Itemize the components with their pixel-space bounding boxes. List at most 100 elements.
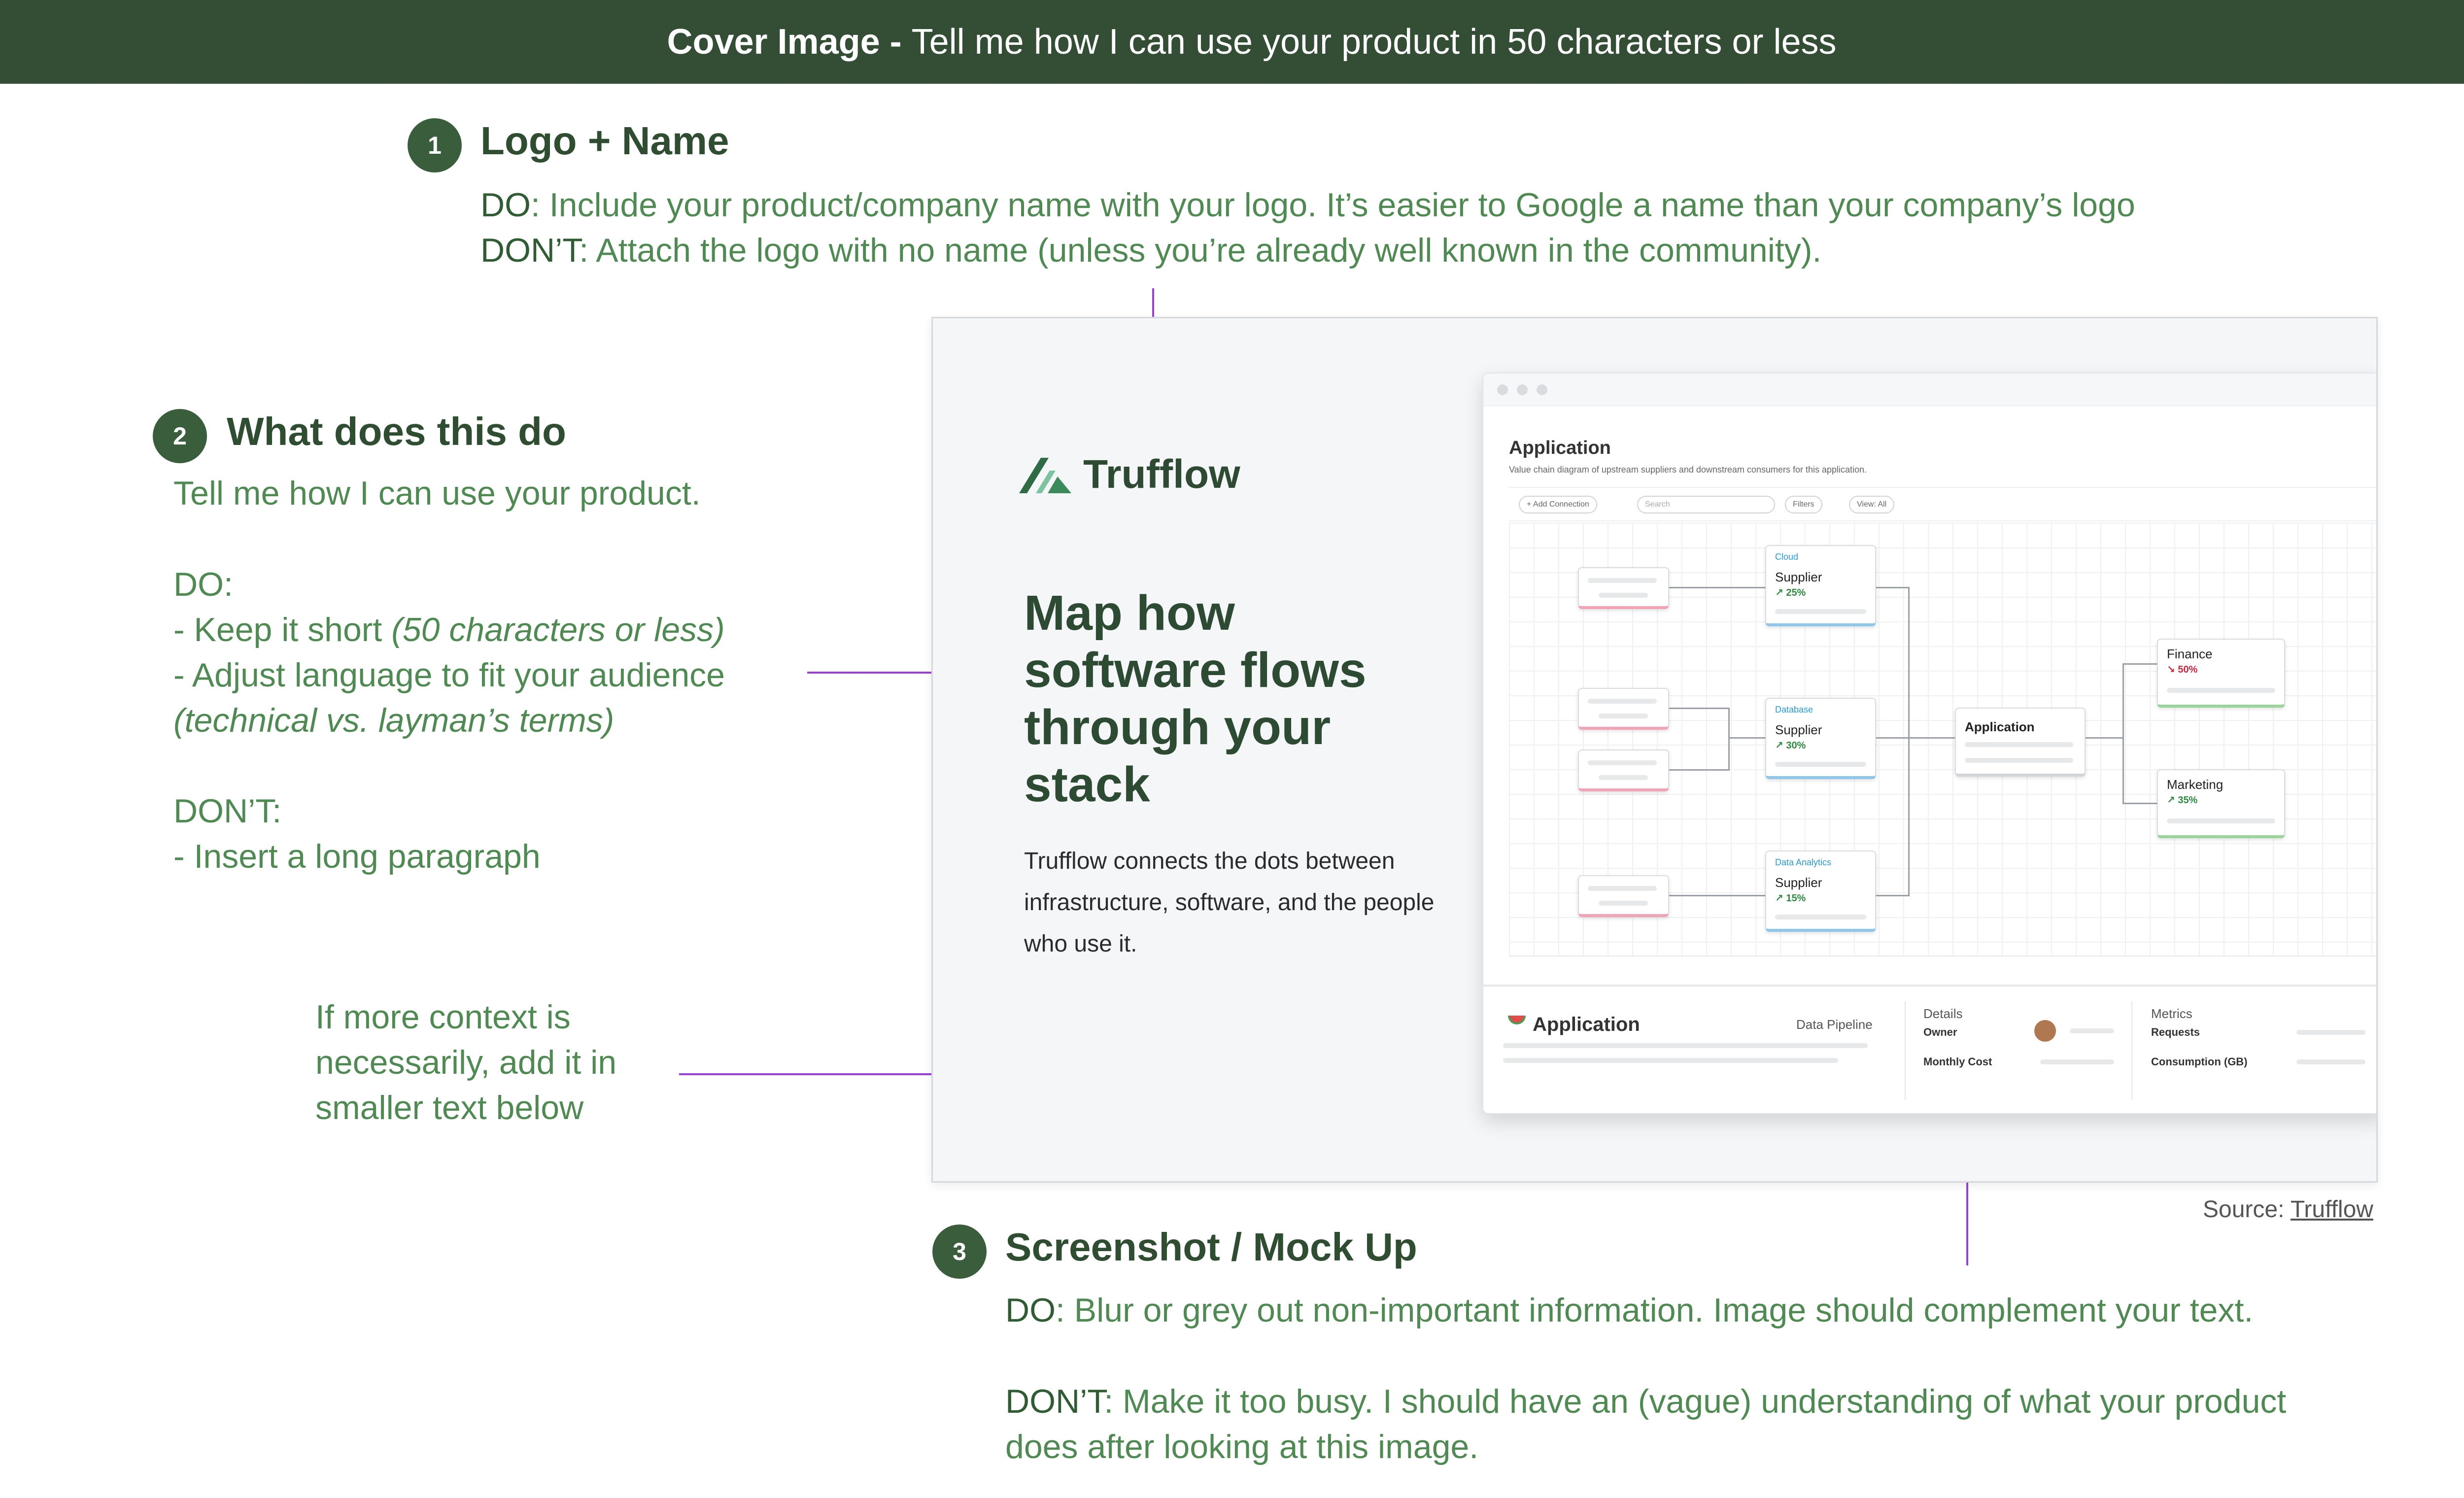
wire	[2122, 663, 2124, 804]
placeholder-line	[1775, 609, 1866, 614]
section3-dont: DON’T: Make it too busy. I should have a…	[1005, 1379, 2286, 1424]
app-toolbar: + Add Connection Search Filters View: Al…	[1509, 487, 2376, 521]
wire	[1908, 587, 1910, 896]
wire	[1876, 587, 1908, 588]
source-credit: Source: Trufflow	[2203, 1196, 2373, 1223]
trufflow-logo-icon	[1019, 458, 1071, 493]
source-link[interactable]: Trufflow	[2291, 1196, 2373, 1223]
brand-lockup: Trufflow	[1019, 451, 1240, 498]
section2-dont-label: DON’T:	[173, 792, 282, 830]
supplier-label: Supplier	[1775, 875, 1822, 890]
wire	[2122, 663, 2157, 665]
wire	[1876, 895, 1908, 896]
search-input[interactable]: Search	[1637, 496, 1775, 513]
supplier-tag: Data Analytics	[1775, 857, 1832, 867]
details-type: Data Pipeline	[1796, 1017, 1873, 1032]
wire	[1669, 895, 1765, 896]
dont-text: : Make it too busy. I should have an (va…	[1104, 1383, 2287, 1420]
do-text: : Blur or grey out non-important informa…	[1056, 1292, 2254, 1329]
wire	[1728, 708, 1730, 771]
wire	[1669, 708, 1728, 709]
supplier-label: Supplier	[1775, 570, 1822, 584]
supplier-pct: ↗ 25%	[1775, 587, 1806, 598]
supplier-node-data-analytics[interactable]: Data Analytics Supplier ↗ 15%	[1765, 851, 1876, 932]
window-dot-icon	[1497, 384, 1508, 395]
context-line-1: If more context is	[315, 998, 571, 1036]
section2-dont-item-1: - Insert a long paragraph	[173, 838, 541, 875]
hero-subtitle: Trufflow connects the dots between infra…	[1024, 848, 1435, 957]
dont-key: DON’T	[480, 232, 580, 269]
requests-label: Requests	[2151, 1026, 2200, 1038]
section2-do-label: DO:	[173, 566, 233, 603]
context-line-3: smaller text below	[315, 1089, 584, 1126]
section3-heading: Screenshot / Mock Up	[1005, 1225, 1417, 1269]
do-item-1-text: - Keep it short	[173, 611, 392, 648]
wire	[2122, 803, 2157, 804]
placeholder-line	[1503, 1058, 1838, 1063]
placeholder-line	[1775, 762, 1866, 767]
placeholder-line	[1599, 775, 1648, 780]
consumer-node-marketing[interactable]: Marketing ↗ 35%	[2157, 769, 2285, 838]
section3-do: DO: Blur or grey out non-important infor…	[1005, 1288, 2253, 1333]
do-key: DO	[480, 186, 531, 224]
upstream-node[interactable]	[1578, 875, 1669, 917]
do-item-2-note: (technical vs. layman’s terms)	[173, 702, 615, 739]
owner-avatar	[2034, 1020, 2056, 1042]
supplier-pct: ↗ 15%	[1775, 893, 1806, 904]
placeholder-line	[1965, 742, 2073, 747]
section3-dont-line-2: does after looking at this image.	[1005, 1428, 1479, 1465]
application-node[interactable]: Application	[1955, 708, 2086, 777]
placeholder-line	[1599, 714, 1648, 718]
details-title: Application	[1533, 1014, 1640, 1035]
placeholder-line	[2167, 818, 2275, 823]
placeholder-line	[1599, 901, 1648, 906]
metrics-label: Metrics	[2151, 1006, 2192, 1021]
placeholder-line	[1503, 1043, 1868, 1048]
supplier-node-cloud[interactable]: Cloud Supplier ↗ 25%	[1765, 545, 1876, 626]
wire	[2086, 737, 2122, 739]
consumer-label: Finance	[2167, 647, 2213, 661]
section1-heading: Logo + Name	[480, 119, 729, 163]
upstream-node[interactable]	[1578, 567, 1669, 609]
owner-label: Owner	[1923, 1026, 1957, 1038]
supplier-tag: Database	[1775, 705, 1814, 715]
app-screenshot-window: Application Value chain diagram of upstr…	[1482, 373, 2376, 1114]
details-panel: Application Data Pipeline Details Owner …	[1483, 985, 2376, 1113]
filters-button[interactable]: Filters	[1785, 496, 1822, 513]
dont-key: DON’T	[1005, 1383, 1104, 1420]
consumer-node-finance[interactable]: Finance ↘ 50%	[2157, 639, 2285, 708]
supplier-node-database[interactable]: Database Supplier ↗ 30%	[1765, 698, 1876, 779]
details-label: Details	[1923, 1006, 1963, 1021]
upstream-node[interactable]	[1578, 749, 1669, 791]
add-connection-button[interactable]: + Add Connection	[1519, 496, 1597, 513]
section1-do: DO: Include your product/company name wi…	[480, 182, 2135, 228]
top-banner: Cover Image - Tell me how I can use your…	[0, 0, 2464, 84]
divider	[1905, 1001, 1906, 1100]
window-titlebar	[1483, 374, 2376, 406]
app-title: Application	[1509, 438, 1611, 458]
placeholder-line	[2070, 1028, 2114, 1033]
placeholder-line	[2040, 1059, 2114, 1064]
context-line-2: necessarily, add it in	[315, 1044, 617, 1081]
application-node-label: Application	[1965, 719, 2035, 734]
divider	[2131, 1001, 2132, 1100]
source-prefix: Source:	[2203, 1196, 2291, 1223]
placeholder-line	[1588, 886, 1657, 891]
consumer-pct: ↗ 35%	[2167, 795, 2198, 806]
consumer-pct: ↘ 50%	[2167, 664, 2198, 675]
view-all-button[interactable]: View: All	[1849, 496, 1895, 513]
step-badge-2: 2	[153, 409, 207, 463]
step-badge-1: 1	[408, 118, 462, 172]
monthly-cost-label: Monthly Cost	[1923, 1055, 1992, 1068]
dont-text: : Attach the logo with no name (unless y…	[579, 232, 1822, 269]
consumption-label: Consumption (GB)	[2151, 1055, 2248, 1068]
upstream-node[interactable]	[1578, 688, 1669, 730]
supplier-label: Supplier	[1775, 722, 1822, 737]
supplier-pct: ↗ 30%	[1775, 740, 1806, 751]
placeholder-line	[1775, 915, 1866, 919]
hero-title: Map how software flows through your stac…	[1024, 585, 1367, 812]
wire	[1669, 587, 1765, 588]
wire	[1728, 737, 1765, 739]
banner-text: Tell me how I can use your product in 50…	[911, 22, 1837, 62]
brand-name: Trufflow	[1083, 452, 1240, 497]
